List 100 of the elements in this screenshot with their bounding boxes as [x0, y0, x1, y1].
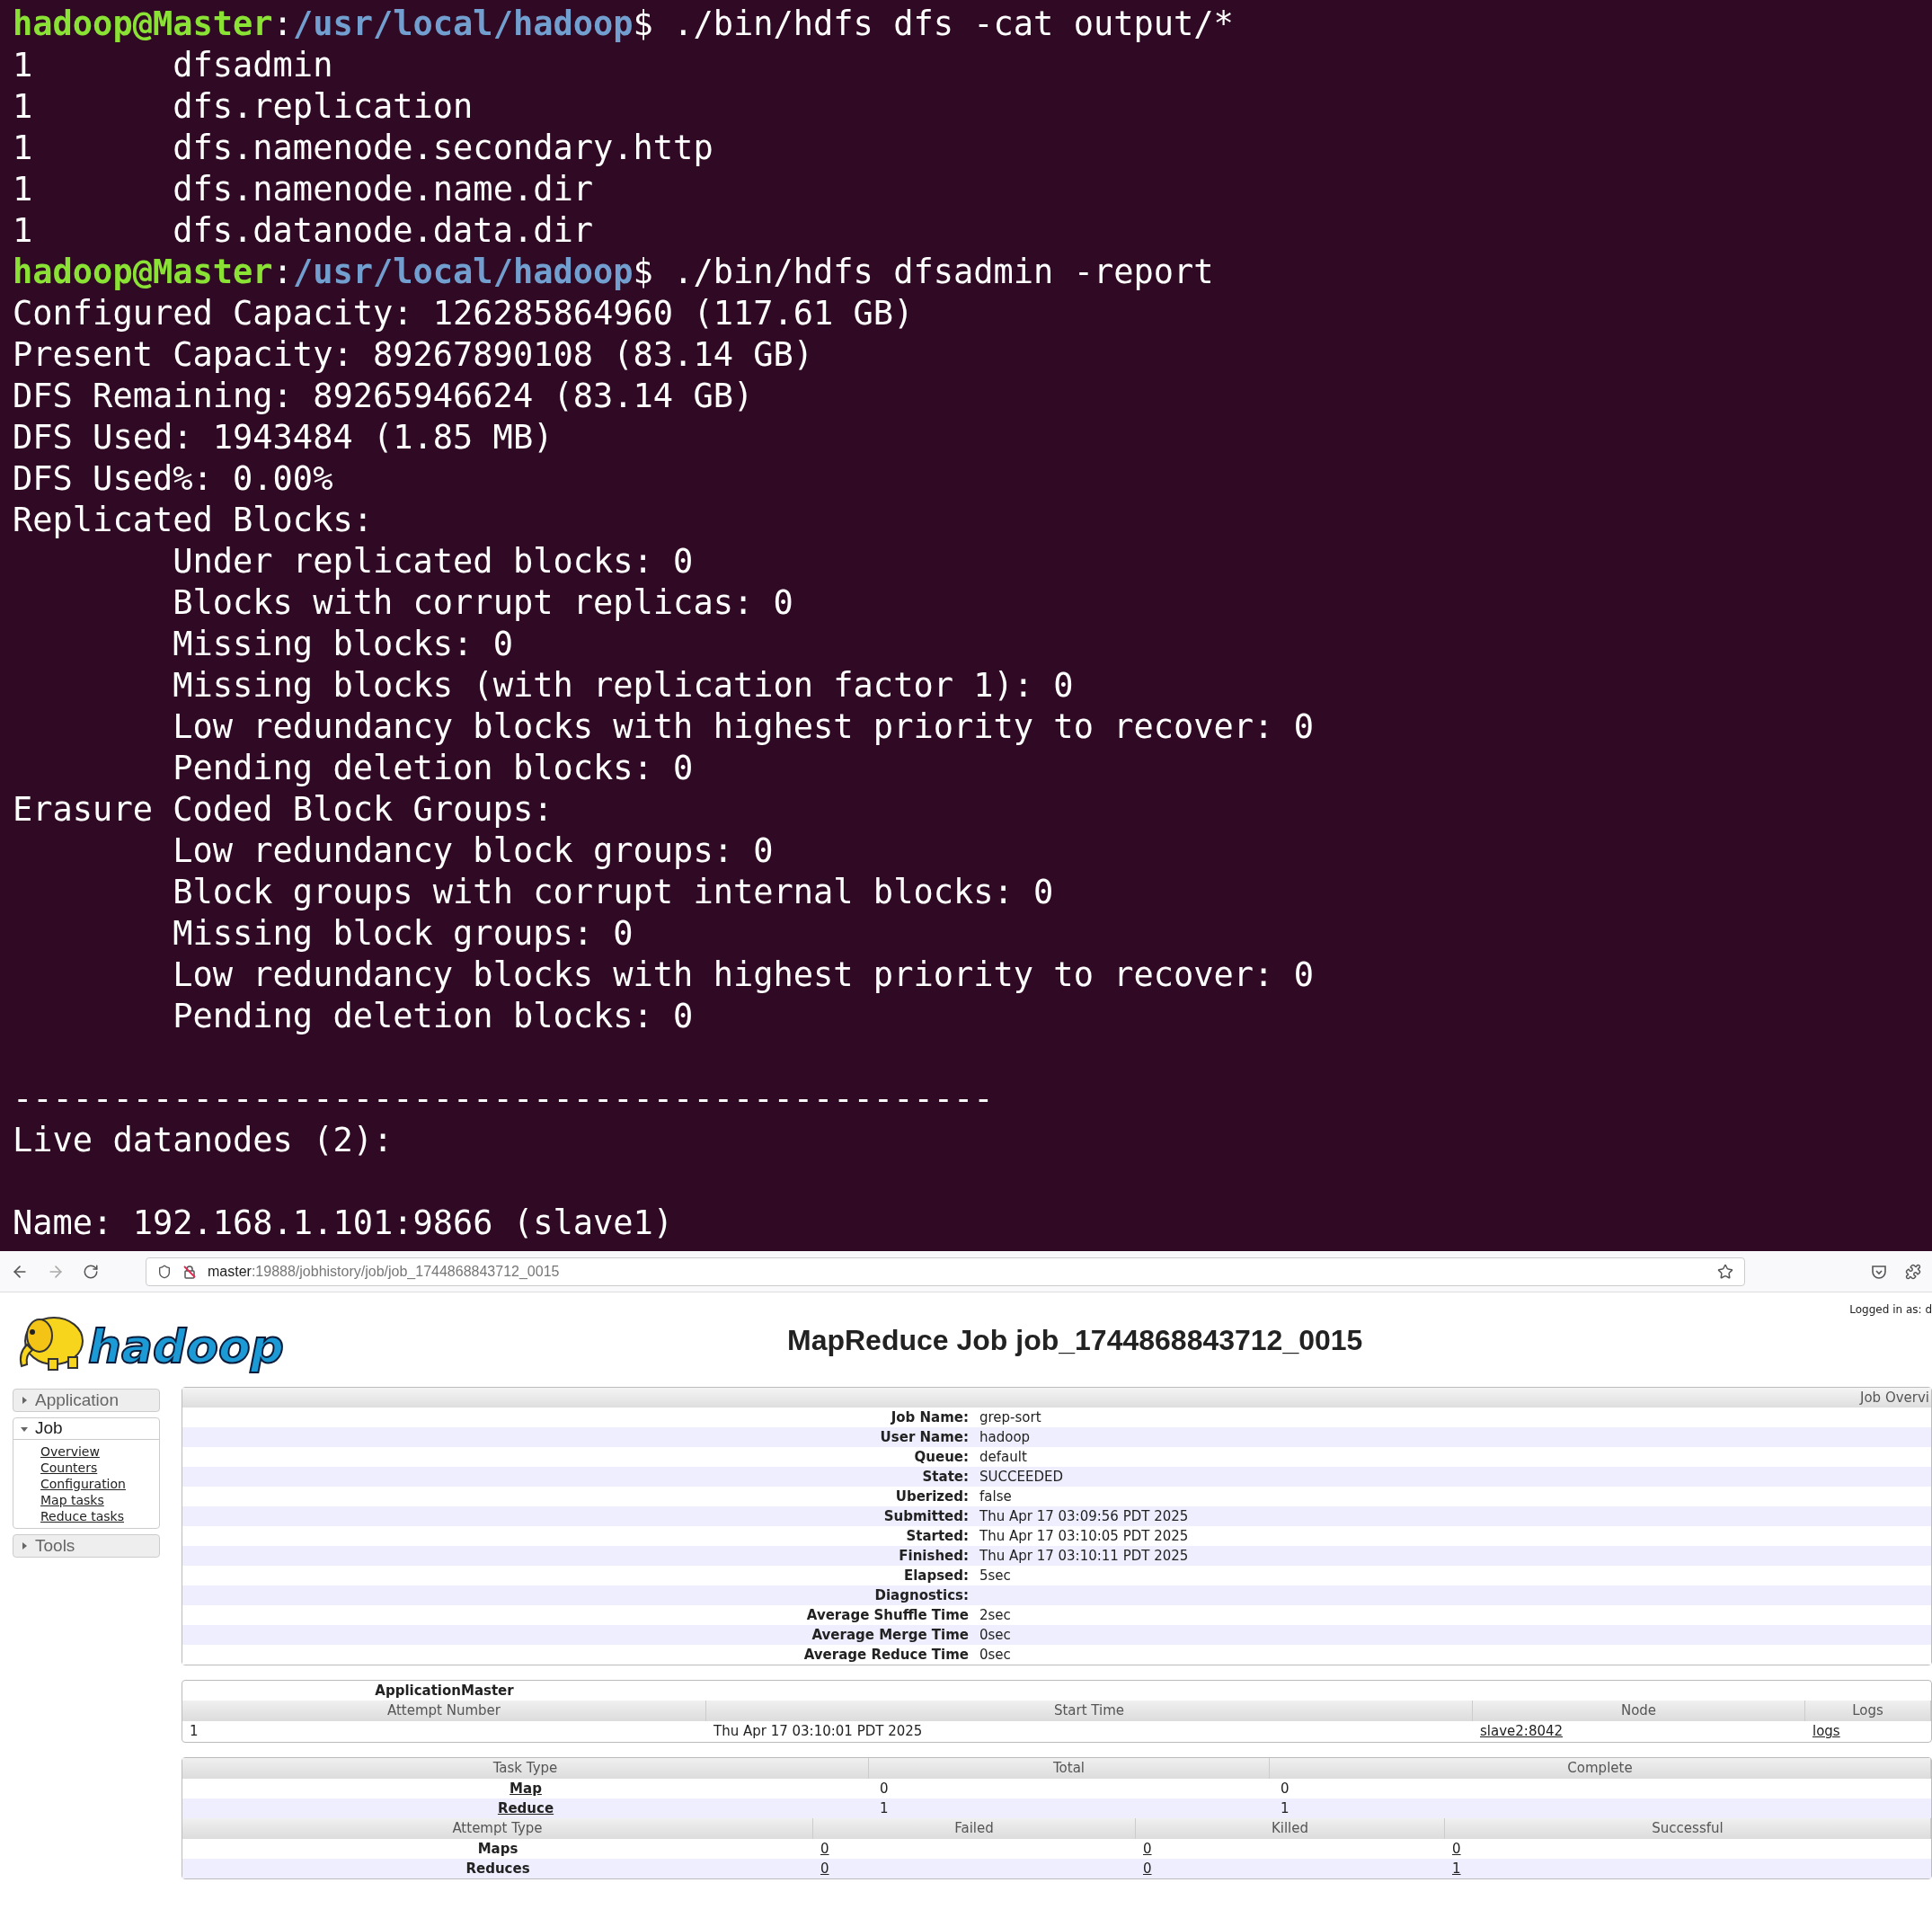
column-header: Task Type	[182, 1758, 869, 1779]
terminal-line: Missing blocks: 0	[172, 624, 514, 665]
table-cell-text: Maps	[477, 1841, 518, 1857]
terminal-line: 1 dfsadmin	[13, 45, 334, 86]
column-header: Total	[869, 1758, 1270, 1779]
sidebar-item[interactable]: Tools	[13, 1535, 159, 1557]
field-value: 2sec	[979, 1605, 1011, 1625]
terminal-line: DFS Remaining: 89265946624 (83.14 GB)	[13, 376, 755, 417]
column-header: Successful	[1445, 1818, 1931, 1839]
terminal-line: DFS Used%: 0.00%	[13, 458, 334, 500]
column-header: Attempt Type	[182, 1818, 813, 1839]
column-header: Attempt Number	[182, 1701, 706, 1721]
table-link[interactable]: 1	[1452, 1860, 1461, 1877]
pocket-icon[interactable]	[1871, 1263, 1887, 1280]
table-cell-text: Reduces	[465, 1860, 530, 1877]
table-link[interactable]: logs	[1812, 1723, 1840, 1740]
field-label: Queue:	[913, 1447, 969, 1467]
terminal-line: Erasure Coded Block Groups:	[13, 789, 554, 830]
field-label: Submitted:	[882, 1506, 969, 1526]
terminal-line: Missing block groups: 0	[172, 913, 634, 955]
column-header: Complete	[1270, 1758, 1931, 1779]
table-link[interactable]: 0	[1452, 1841, 1461, 1857]
table-cell-text: 1	[1281, 1800, 1289, 1816]
field-label: User Name:	[879, 1427, 969, 1447]
shield-icon[interactable]	[157, 1264, 172, 1279]
table-cell-text: 1	[880, 1800, 889, 1816]
table-cell-text: 0	[1281, 1780, 1289, 1797]
terminal-line: hadoop@Master:/usr/local/hadoop$ ./bin/hdfs dfs -cat output/*	[13, 4, 1235, 45]
terminal-line: 1 dfs.namenode.secondary.http	[13, 128, 714, 169]
sidebar-link[interactable]: Map tasks	[40, 1492, 159, 1508]
table-link[interactable]: slave2:8042	[1480, 1723, 1564, 1740]
column-header: Start Time	[706, 1701, 1473, 1721]
table-cell-text: Thu Apr 17 03:10:01 PDT 2025	[713, 1723, 923, 1740]
terminal-line: Blocks with corrupt replicas: 0	[172, 582, 794, 624]
terminal-line: Low redundancy block groups: 0	[172, 830, 775, 872]
reload-icon[interactable]	[83, 1263, 99, 1280]
field-label: Elapsed:	[902, 1566, 969, 1585]
sidebar-link[interactable]: Configuration	[40, 1476, 159, 1492]
panel-heading: Job Overvi	[1860, 1388, 1929, 1408]
table-link[interactable]: Reduce	[497, 1800, 554, 1816]
terminal-line: Under replicated blocks: 0	[172, 541, 695, 582]
field-label: Started:	[905, 1526, 969, 1546]
field-value: 5sec	[979, 1566, 1011, 1585]
field-value: Thu Apr 17 03:09:56 PDT 2025	[979, 1506, 1189, 1526]
terminal-line: Low redundancy blocks with highest priority to recover: 0	[172, 955, 1315, 996]
terminal-line: Name: 192.168.1.101:9866 (slave1)	[13, 1203, 675, 1244]
terminal-line: 1 dfs.namenode.name.dir	[13, 169, 594, 210]
table-cell-text: 1	[190, 1723, 199, 1740]
field-label: Average Reduce Time	[802, 1645, 969, 1665]
field-label: Job Name:	[890, 1408, 969, 1427]
caret-right-icon	[21, 1542, 28, 1550]
field-label: Average Shuffle Time	[805, 1605, 969, 1625]
terminal-line: Configured Capacity: 126285864960 (117.61 GB)	[13, 293, 915, 334]
terminal-line: -------------------------------------------------	[13, 1079, 995, 1120]
field-label: Uberized:	[894, 1487, 969, 1506]
terminal-line: Low redundancy blocks with highest priority to recover: 0	[172, 706, 1315, 748]
table-link[interactable]: 0	[1143, 1841, 1152, 1857]
table-link[interactable]: 0	[820, 1860, 829, 1877]
field-value: default	[979, 1447, 1027, 1467]
table-link[interactable]: 0	[1143, 1860, 1152, 1877]
insecure-lock-icon[interactable]	[182, 1264, 197, 1279]
field-value: hadoop	[979, 1427, 1031, 1447]
caret-right-icon	[21, 1397, 28, 1404]
bookmark-star-icon[interactable]	[1717, 1263, 1733, 1280]
table-cell-text: 0	[880, 1780, 889, 1797]
sidebar-item[interactable]: Job	[13, 1418, 159, 1440]
column-header: Failed	[813, 1818, 1136, 1839]
sidebar-link[interactable]: Reduce tasks	[40, 1508, 159, 1524]
sidebar-item[interactable]: Application	[13, 1390, 159, 1411]
field-label: Average Merge Time	[811, 1625, 969, 1645]
field-label: Diagnostics:	[873, 1585, 969, 1605]
field-value: 0sec	[979, 1625, 1011, 1645]
field-value: false	[979, 1487, 1012, 1506]
field-value: Thu Apr 17 03:10:05 PDT 2025	[979, 1526, 1189, 1546]
terminal-line: Pending deletion blocks: 0	[172, 996, 695, 1037]
field-value: 0sec	[979, 1645, 1011, 1665]
terminal-line: Block groups with corrupt internal blocks: 0	[172, 872, 1055, 913]
login-status: Logged in as: d	[1849, 1302, 1932, 1318]
extensions-icon[interactable]	[1905, 1263, 1921, 1280]
terminal-line: 1 dfs.datanode.data.dir	[13, 210, 594, 252]
address-bar[interactable]: master:19888/jobhistory/job/job_1744868843712_0015	[146, 1257, 1745, 1286]
terminal-line: Missing blocks (with replication factor 1): 0	[172, 665, 1075, 706]
field-label: Finished:	[898, 1546, 969, 1566]
sidebar-link[interactable]: Counters	[40, 1460, 159, 1476]
column-header: Logs	[1805, 1701, 1931, 1721]
logo-text: hadoop	[88, 1320, 284, 1372]
sidebar-link[interactable]: Overview	[40, 1443, 159, 1460]
terminal-line: Live datanodes (2):	[13, 1120, 394, 1161]
table-link[interactable]: 0	[820, 1841, 829, 1857]
terminal-line: DFS Used: 1943484 (1.85 MB)	[13, 417, 554, 458]
page-title: MapReduce Job job_1744868843712_0015	[787, 1322, 1363, 1358]
terminal-line: hadoop@Master:/usr/local/hadoop$ ./bin/hdfs dfsadmin -report	[13, 252, 1215, 293]
url-text: master:19888/jobhistory/job/job_1744868843712_0015	[208, 1262, 560, 1281]
field-value: Thu Apr 17 03:10:11 PDT 2025	[979, 1546, 1189, 1566]
terminal-line: 1 dfs.replication	[13, 86, 474, 128]
terminal-line: Pending deletion blocks: 0	[172, 748, 695, 789]
field-value: grep-sort	[979, 1408, 1041, 1427]
column-header: Node	[1473, 1701, 1805, 1721]
table-link[interactable]: Map	[510, 1780, 542, 1797]
field-value: SUCCEEDED	[979, 1467, 1063, 1487]
